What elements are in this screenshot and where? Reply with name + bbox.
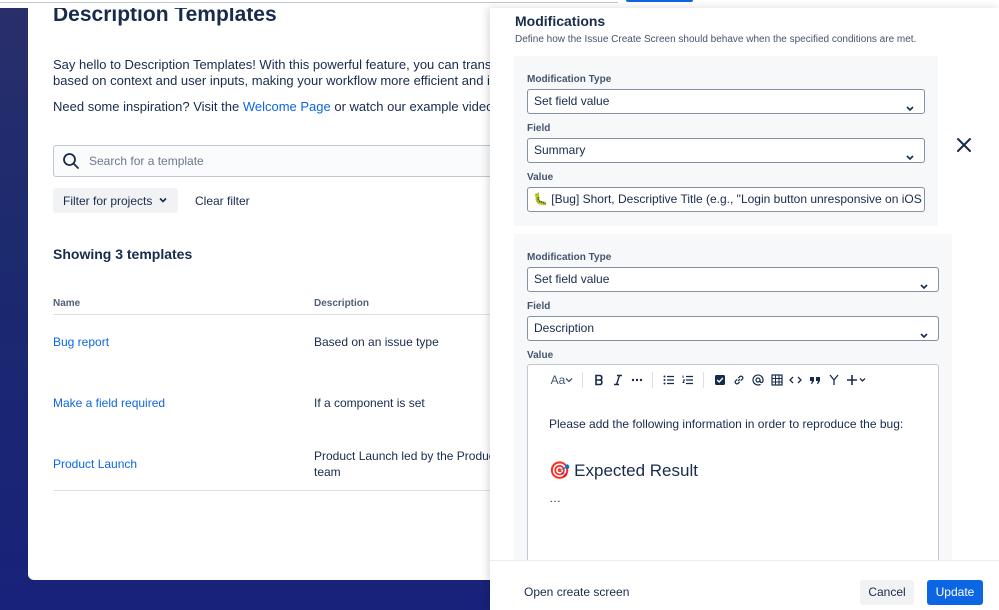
modification-type-label: Modification Type: [527, 252, 612, 263]
clear-filter-button[interactable]: Clear filter: [195, 194, 250, 208]
editor-toolbar: Aa: [528, 365, 938, 395]
field-value: Summary: [534, 143, 586, 157]
column-header-description[interactable]: Description: [314, 298, 369, 309]
toolbar-divider: [582, 372, 583, 388]
modification-type-label: Modification Type: [527, 74, 612, 85]
field-select[interactable]: Summary: [527, 138, 925, 163]
cancel-button[interactable]: Cancel: [860, 580, 914, 605]
field-label: Field: [527, 123, 551, 134]
checkbox-icon[interactable]: [710, 370, 729, 390]
field-select[interactable]: Description: [527, 316, 939, 341]
header-divider: [53, 314, 508, 315]
top-field-edge: [0, 0, 618, 3]
italic-icon[interactable]: [608, 370, 627, 390]
template-description: If a component is set: [314, 396, 425, 410]
template-description: Product Launch led by the Product team: [314, 449, 499, 479]
inspiration-prefix: Need some inspiration? Visit the: [53, 99, 243, 114]
column-header-name[interactable]: Name: [53, 298, 80, 309]
table-icon[interactable]: [767, 370, 786, 390]
template-link-make-field-required[interactable]: Make a field required: [53, 396, 165, 410]
value-label: Value: [527, 172, 554, 183]
table-bottom-divider: [53, 490, 508, 491]
editor-paragraph: Please add the following information in …: [549, 417, 904, 431]
editor-heading: 🎯 Expected Result: [549, 461, 698, 481]
open-create-screen-button[interactable]: Open create screen: [524, 585, 629, 599]
chevron-down-icon: [919, 276, 929, 299]
filter-projects-button[interactable]: Filter for projects: [53, 188, 179, 213]
text-style-button[interactable]: Aa: [548, 370, 576, 390]
more-formatting-icon[interactable]: [627, 370, 646, 390]
modifications-subtitle: Define how the Issue Create Screen shoul…: [515, 34, 917, 45]
target-emoji-icon: 🎯: [549, 461, 571, 480]
inspiration-text: Need some inspiration? Visit the Welcome…: [53, 99, 508, 114]
mention-icon[interactable]: [748, 370, 767, 390]
search-icon: [62, 152, 80, 175]
filter-projects-label: Filter for projects: [63, 193, 153, 208]
heading-text: Expected Result: [574, 461, 698, 480]
templates-page-card: Description Templates Say hello to Descr…: [28, 8, 508, 580]
toolbar-divider: [703, 372, 704, 388]
bullet-list-icon[interactable]: [659, 370, 678, 390]
editor-ellipsis: …: [549, 491, 561, 505]
modification-type-value: Set field value: [534, 94, 610, 108]
template-link-bug-report[interactable]: Bug report: [53, 335, 109, 349]
modifications-title: Modifications: [515, 13, 606, 29]
field-value: Description: [534, 321, 595, 335]
bold-icon[interactable]: [589, 370, 608, 390]
modification-group-1: Modification Type Set field value Field …: [514, 56, 938, 226]
template-link-product-launch[interactable]: Product Launch: [53, 457, 137, 471]
modification-type-value: Set field value: [534, 272, 610, 286]
value-label: Value: [527, 350, 554, 361]
page-title: Description Templates: [53, 8, 277, 26]
quote-icon[interactable]: [805, 370, 824, 390]
drawer-footer: Open create screen Cancel Update: [490, 560, 999, 610]
top-strip: [0, 0, 999, 8]
top-button-edge[interactable]: [626, 0, 693, 2]
template-description: Based on an issue type: [314, 335, 439, 349]
rich-text-editor[interactable]: Aa Please add the following information …: [527, 364, 939, 584]
chevron-down-icon: [919, 325, 929, 348]
field-label: Field: [527, 301, 551, 312]
close-icon[interactable]: [955, 136, 973, 154]
update-button[interactable]: Update: [927, 580, 983, 605]
intro-text: Say hello to Description Templates! With…: [53, 57, 508, 89]
template-search-input[interactable]: Search for a template: [53, 145, 508, 177]
intro-line-2: based on context and user inputs, making…: [53, 73, 508, 88]
modification-type-select[interactable]: Set field value: [527, 89, 925, 114]
inspiration-suffix: or watch our example videos to get sta: [334, 99, 508, 114]
chevron-down-icon: [905, 147, 915, 170]
link-icon[interactable]: [729, 370, 748, 390]
value-input[interactable]: 🐛 [Bug] Short, Descriptive Title (e.g., …: [527, 187, 925, 212]
modification-group-2: Modification Type Set field value Field …: [514, 234, 952, 584]
toolbar-divider: [652, 372, 653, 388]
chevron-down-icon: [905, 98, 915, 121]
chevron-down-icon: [158, 194, 168, 208]
code-icon[interactable]: [786, 370, 805, 390]
numbered-list-icon[interactable]: [678, 370, 697, 390]
insert-plus-icon[interactable]: [843, 370, 869, 390]
welcome-page-link[interactable]: Welcome Page: [243, 99, 331, 114]
text-style-label: Aa: [550, 373, 566, 387]
intro-line-1: Say hello to Description Templates! With…: [53, 57, 508, 72]
search-placeholder: Search for a template: [89, 154, 204, 168]
showing-count: Showing 3 templates: [53, 246, 193, 262]
decision-icon[interactable]: [824, 370, 843, 390]
modifications-drawer: Modifications Define how the Issue Creat…: [490, 8, 999, 610]
modification-type-select[interactable]: Set field value: [527, 267, 939, 292]
